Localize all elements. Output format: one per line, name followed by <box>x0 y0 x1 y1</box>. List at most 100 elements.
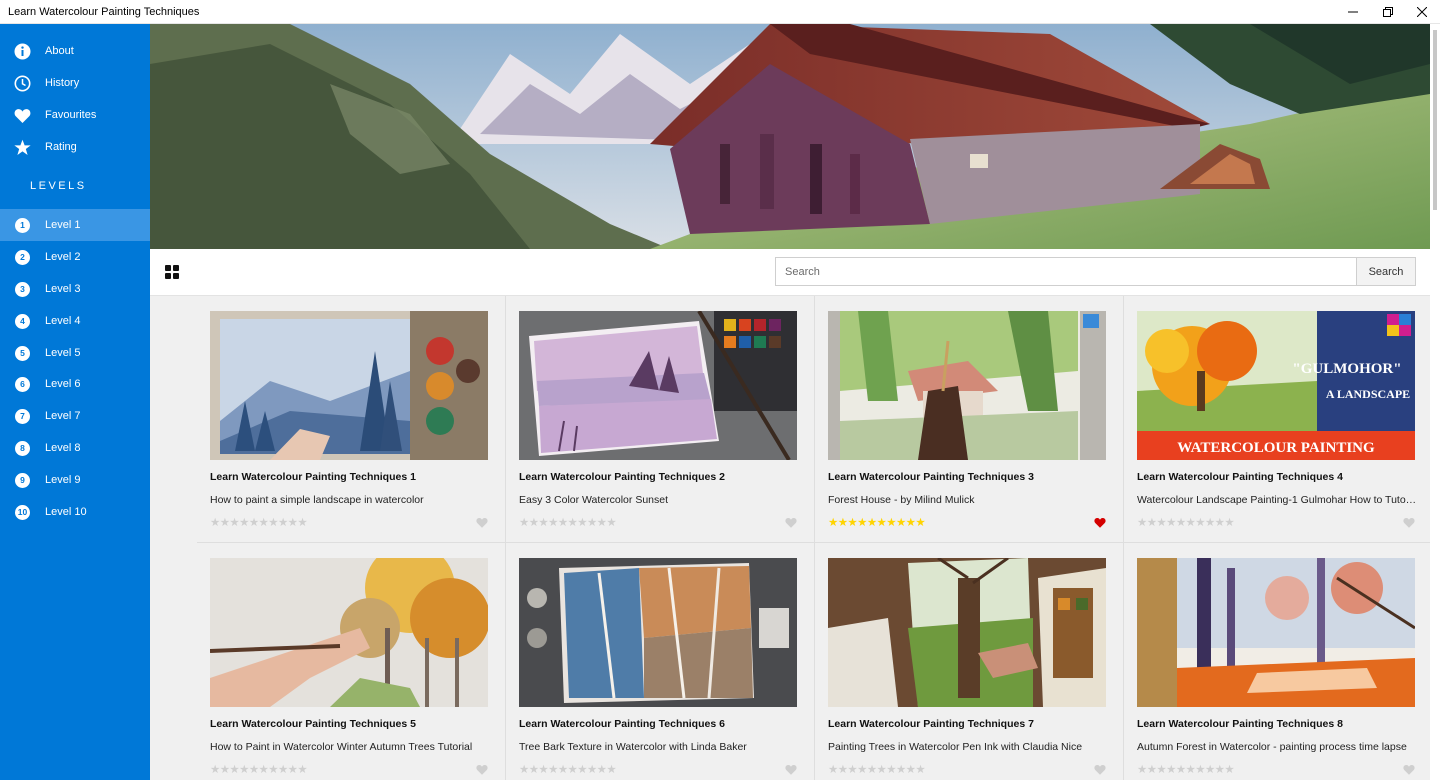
sidebar-item-level-10[interactable]: 10 Level 10 <box>0 496 150 528</box>
sidebar-item-label: Level 2 <box>45 251 81 263</box>
video-thumbnail[interactable] <box>828 311 1106 460</box>
video-thumbnail[interactable] <box>519 311 797 460</box>
info-icon <box>14 43 31 60</box>
thumbnail-banner: WATERCOLOUR PAINTING <box>1177 440 1375 456</box>
favourite-heart-icon[interactable] <box>476 764 488 775</box>
video-title: Learn Watercolour Painting Techniques 4 <box>1137 471 1343 483</box>
video-thumbnail[interactable] <box>210 311 488 460</box>
level-number-badge: 5 <box>14 345 31 362</box>
sidebar-item-level-4[interactable]: 4 Level 4 <box>0 305 150 337</box>
video-card[interactable]: Learn Watercolour Painting Techniques 1 … <box>197 296 506 543</box>
star-rating[interactable]: ★★★★★★★★★★ <box>828 762 926 776</box>
sidebar-item-rating[interactable]: Rating <box>0 131 150 163</box>
restore-button[interactable] <box>1371 0 1405 24</box>
video-thumbnail[interactable] <box>1137 558 1415 707</box>
video-description: Easy 3 Color Watercolor Sunset <box>519 494 669 506</box>
sidebar-item-label: Favourites <box>45 109 97 121</box>
sidebar-item-level-2[interactable]: 2 Level 2 <box>0 241 150 273</box>
sidebar-item-label: Level 3 <box>45 283 81 295</box>
video-description: Painting Trees in Watercolor Pen Ink wit… <box>828 741 1083 753</box>
star-rating[interactable]: ★★★★★★★★★★ <box>1137 515 1235 529</box>
restore-icon <box>1383 7 1393 17</box>
window-title: Learn Watercolour Painting Techniques <box>8 6 200 18</box>
sidebar-item-label: About <box>45 45 74 57</box>
sidebar-item-level-1[interactable]: 1 Level 1 <box>0 209 150 241</box>
search-input[interactable] <box>775 257 1357 286</box>
video-card[interactable]: "GULMOHOR" A LANDSCAPE WATERCOLOUR PAINT… <box>1124 296 1430 543</box>
heart-icon <box>14 107 31 124</box>
video-thumbnail[interactable] <box>519 558 797 707</box>
sidebar-item-label: Level 9 <box>45 474 81 486</box>
video-title: Learn Watercolour Painting Techniques 8 <box>1137 718 1343 730</box>
banner-image <box>150 24 1430 249</box>
minimize-button[interactable] <box>1336 0 1370 24</box>
video-title: Learn Watercolour Painting Techniques 6 <box>519 718 725 730</box>
sidebar-item-level-5[interactable]: 5 Level 5 <box>0 337 150 369</box>
level-number-badge: 9 <box>14 472 31 489</box>
video-description: Watercolour Landscape Painting-1 Gulmoha… <box>1137 494 1417 506</box>
video-card[interactable]: Learn Watercolour Painting Techniques 2 … <box>506 296 815 543</box>
video-thumbnail[interactable] <box>210 558 488 707</box>
star-rating[interactable]: ★★★★★★★★★★ <box>519 515 617 529</box>
level-number-badge: 7 <box>14 408 31 425</box>
video-description: How to Paint in Watercolor Winter Autumn… <box>210 741 473 753</box>
sidebar-item-about[interactable]: About <box>0 35 150 67</box>
sidebar-item-favourites[interactable]: Favourites <box>0 99 150 131</box>
close-icon <box>1417 7 1427 17</box>
toolbar: Search <box>150 249 1430 296</box>
video-description: Tree Bark Texture in Watercolor with Lin… <box>519 741 747 753</box>
sidebar-item-label: Level 5 <box>45 347 81 359</box>
level-number-badge: 1 <box>14 217 31 234</box>
sidebar-item-label: Level 4 <box>45 315 81 327</box>
favourite-heart-icon[interactable] <box>1403 764 1415 775</box>
grid-view-icon[interactable] <box>165 265 180 280</box>
star-rating[interactable]: ★★★★★★★★★★ <box>1137 762 1235 776</box>
sidebar-item-level-6[interactable]: 6 Level 6 <box>0 368 150 400</box>
favourite-heart-icon[interactable] <box>1403 517 1415 528</box>
level-number-badge: 3 <box>14 281 31 298</box>
favourite-heart-icon[interactable] <box>1094 764 1106 775</box>
favourite-heart-icon[interactable] <box>476 517 488 528</box>
favourite-heart-icon[interactable] <box>785 764 797 775</box>
video-title: Learn Watercolour Painting Techniques 2 <box>519 471 725 483</box>
star-rating[interactable]: ★★★★★★★★★★ <box>828 515 926 529</box>
sidebar-item-label: Rating <box>45 141 77 153</box>
star-rating[interactable]: ★★★★★★★★★★ <box>210 762 308 776</box>
sidebar-item-label: Level 8 <box>45 442 81 454</box>
vertical-scrollbar[interactable] <box>1430 24 1440 780</box>
level-number-badge: 4 <box>14 313 31 330</box>
search-button[interactable]: Search <box>1356 257 1416 286</box>
star-rating[interactable]: ★★★★★★★★★★ <box>519 762 617 776</box>
favourite-heart-icon[interactable] <box>785 517 797 528</box>
sidebar-item-level-9[interactable]: 9 Level 9 <box>0 464 150 496</box>
minimize-icon <box>1348 11 1358 13</box>
video-grid: Learn Watercolour Painting Techniques 1 … <box>150 296 1430 780</box>
video-card[interactable]: Learn Watercolour Painting Techniques 3 … <box>815 296 1124 543</box>
video-card[interactable]: Learn Watercolour Painting Techniques 8 … <box>1124 543 1430 780</box>
video-thumbnail[interactable]: "GULMOHOR" A LANDSCAPE WATERCOLOUR PAINT… <box>1137 311 1415 460</box>
video-card[interactable]: Learn Watercolour Painting Techniques 5 … <box>197 543 506 780</box>
sidebar-item-label: Level 7 <box>45 410 81 422</box>
star-rating[interactable]: ★★★★★★★★★★ <box>210 515 308 529</box>
level-number-badge: 10 <box>14 504 31 521</box>
sidebar-item-label: Level 1 <box>45 219 81 231</box>
sidebar-item-level-8[interactable]: 8 Level 8 <box>0 432 150 464</box>
video-card[interactable]: Learn Watercolour Painting Techniques 6 … <box>506 543 815 780</box>
thumbnail-caption-1: "GULMOHOR" <box>1292 361 1401 377</box>
sidebar: About History Favourites Rating LEVELS 1… <box>0 24 150 780</box>
sidebar-item-history[interactable]: History <box>0 67 150 99</box>
video-thumbnail[interactable] <box>828 558 1106 707</box>
video-title: Learn Watercolour Painting Techniques 3 <box>828 471 1034 483</box>
close-button[interactable] <box>1405 0 1439 24</box>
levels-heading: LEVELS <box>30 180 87 192</box>
sidebar-item-level-7[interactable]: 7 Level 7 <box>0 400 150 432</box>
video-description: Autumn Forest in Watercolor - painting p… <box>1137 741 1407 753</box>
scrollbar-thumb[interactable] <box>1433 30 1437 210</box>
video-description: Forest House - by Milind Mulick <box>828 494 975 506</box>
star-icon <box>14 139 31 156</box>
video-title: Learn Watercolour Painting Techniques 7 <box>828 718 1034 730</box>
video-title: Learn Watercolour Painting Techniques 5 <box>210 718 416 730</box>
sidebar-item-level-3[interactable]: 3 Level 3 <box>0 273 150 305</box>
video-card[interactable]: Learn Watercolour Painting Techniques 7 … <box>815 543 1124 780</box>
favourite-heart-icon[interactable] <box>1094 517 1106 528</box>
